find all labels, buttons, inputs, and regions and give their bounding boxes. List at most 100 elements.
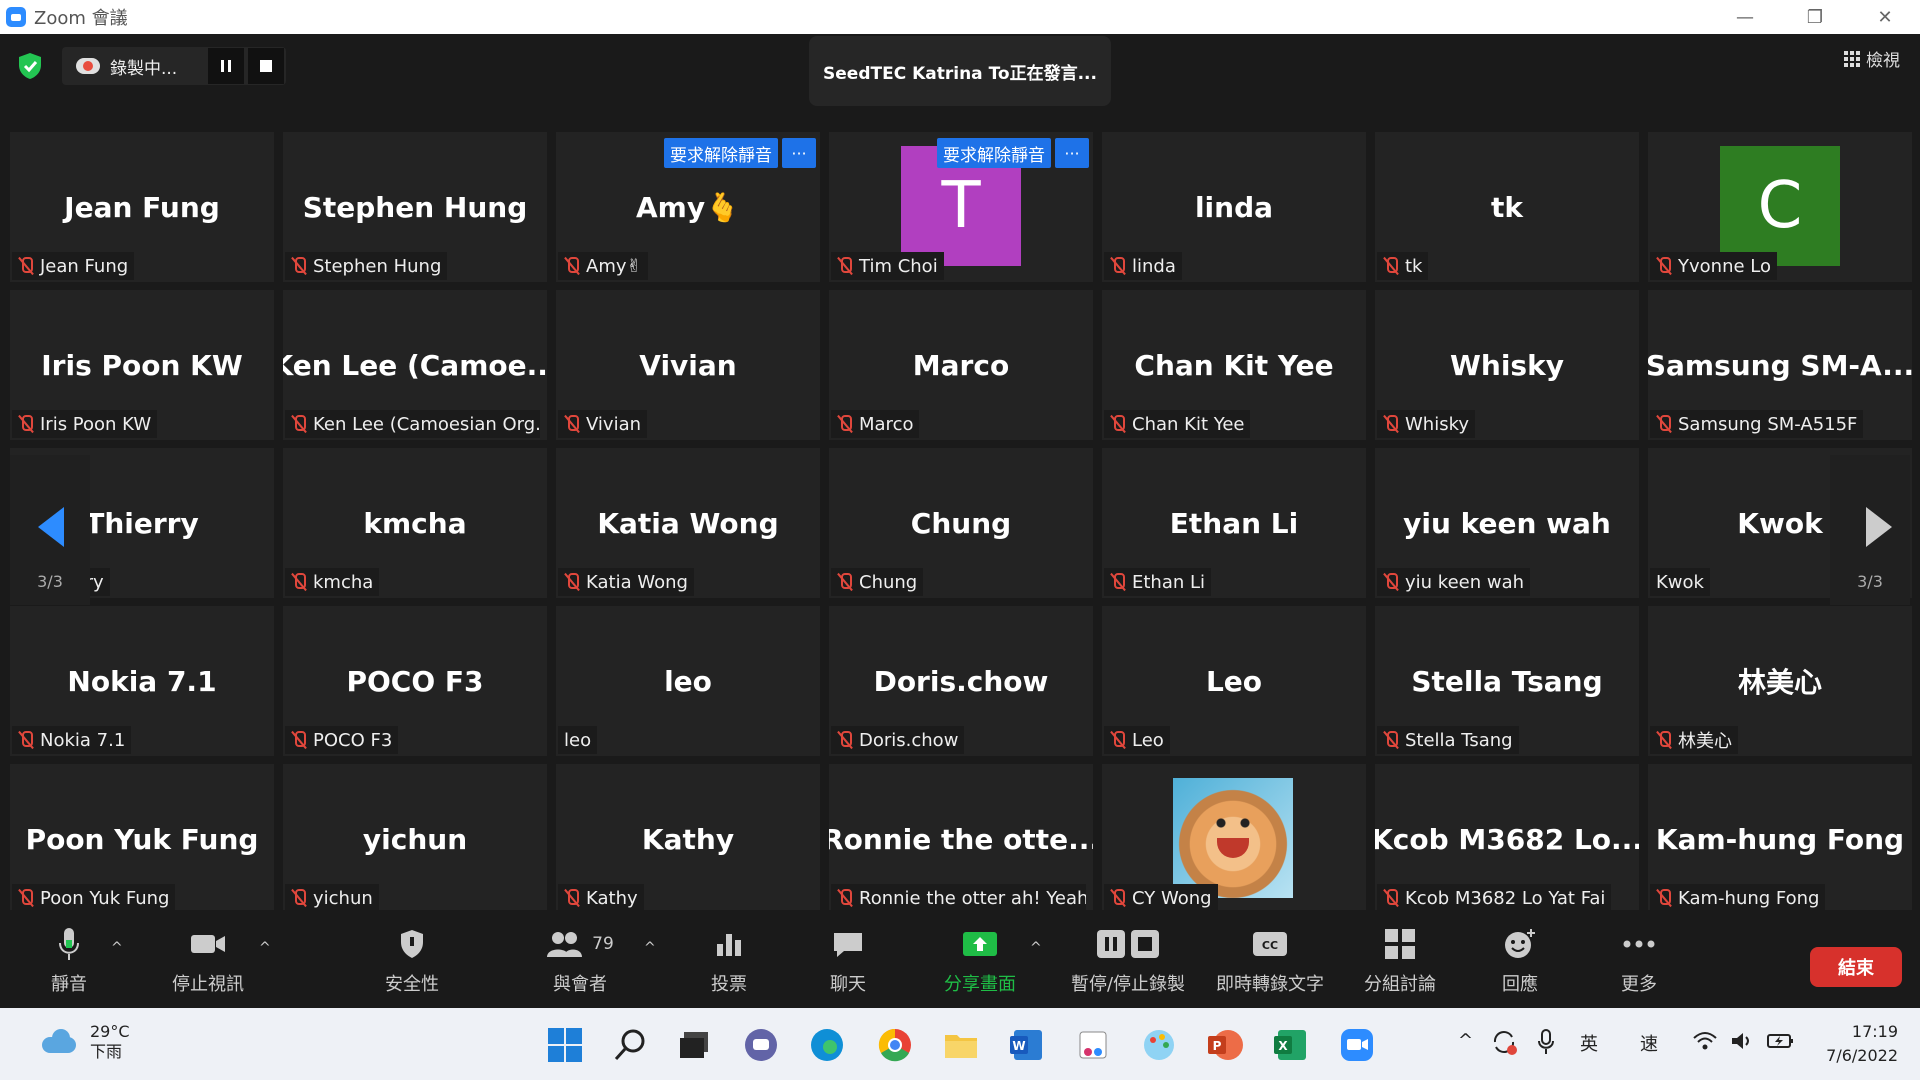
participant-tile[interactable]: POCO F3 POCO F3	[283, 606, 547, 756]
participant-tile[interactable]: Chan Kit Yee Chan Kit Yee	[1102, 290, 1366, 440]
participant-tile[interactable]: Jean Fung Jean Fung	[10, 132, 274, 282]
security-shield-icon[interactable]	[14, 50, 46, 82]
task-view-icon[interactable]	[676, 1026, 714, 1064]
participant-name-text: linda	[1132, 255, 1176, 277]
participant-tile[interactable]: CY Wong	[1102, 764, 1366, 914]
participant-tile[interactable]: Katia Wong Katia Wong	[556, 448, 820, 598]
pause-stop-recording-button[interactable]: 暫停/停止錄製	[1066, 910, 1190, 1008]
participant-tile[interactable]: Kcob M3682 Lo... Kcob M3682 Lo Yat Fai	[1375, 764, 1639, 914]
participant-tile[interactable]: linda linda	[1102, 132, 1366, 282]
participant-name-label: leo	[558, 726, 598, 754]
powerpoint-icon[interactable]: P	[1206, 1026, 1244, 1064]
page-indicator-left: 3/3	[37, 572, 63, 591]
ask-to-unmute-button[interactable]: 要求解除靜音	[664, 138, 778, 168]
participant-name-text: Yvonne Lo	[1678, 255, 1771, 277]
participant-name-text: Ken Lee (Camoesian Org...	[313, 413, 540, 435]
participant-tile[interactable]: yiu keen wah yiu keen wah	[1375, 448, 1639, 598]
previous-page-button[interactable]: 3/3	[10, 455, 90, 605]
stop-video-button[interactable]: 停止視訊	[168, 910, 248, 1008]
muted-microphone-icon	[291, 731, 307, 749]
participant-tile[interactable]: Amy🫰 Amy✌ 要求解除靜音 ···	[556, 132, 820, 282]
wifi-icon[interactable]	[1692, 1030, 1718, 1052]
participant-tile[interactable]: Whisky Whisky	[1375, 290, 1639, 440]
participant-tile[interactable]: Kam-hung Fong Kam-hung Fong	[1648, 764, 1912, 914]
chrome-browser-icon[interactable]	[876, 1026, 914, 1064]
muted-microphone-icon	[1110, 573, 1126, 591]
participant-tile[interactable]: Marco Marco	[829, 290, 1093, 440]
more-button[interactable]: 更多	[1614, 910, 1664, 1008]
teams-chat-icon[interactable]	[742, 1026, 780, 1064]
minimize-button[interactable]: —	[1710, 0, 1780, 34]
microphone-tray-icon[interactable]	[1536, 1028, 1556, 1056]
participant-tile[interactable]: Ken Lee (Camoe... Ken Lee (Camoesian Org.…	[283, 290, 547, 440]
participant-tile[interactable]: yichun yichun	[283, 764, 547, 914]
participant-more-button[interactable]: ···	[1055, 138, 1089, 168]
participant-name-label: yichun	[285, 884, 379, 912]
participant-tile[interactable]: T Tim Choi 要求解除靜音 ···	[829, 132, 1093, 282]
battery-charging-icon[interactable]	[1766, 1030, 1796, 1052]
participant-tile[interactable]: Iris Poon KW Iris Poon KW	[10, 290, 274, 440]
sync-icon[interactable]	[1490, 1028, 1518, 1056]
audio-options-caret-icon[interactable]: ^	[111, 940, 123, 956]
chat-button[interactable]: 聊天	[823, 910, 873, 1008]
participant-tile[interactable]: Doris.chow Doris.chow	[829, 606, 1093, 756]
participant-tile[interactable]: Poon Yuk Fung Poon Yuk Fung	[10, 764, 274, 914]
reactions-button[interactable]: 回應	[1495, 910, 1545, 1008]
participant-tile[interactable]: Chung Chung	[829, 448, 1093, 598]
system-clock[interactable]: 17:19 7/6/2022	[1826, 1020, 1898, 1068]
file-explorer-icon[interactable]	[942, 1026, 980, 1064]
excel-icon[interactable]: X	[1272, 1026, 1310, 1064]
snipping-tool-icon[interactable]	[1074, 1026, 1112, 1064]
weather-widget[interactable]: 29°C 下雨	[40, 1022, 130, 1062]
end-meeting-button[interactable]: 結束	[1810, 947, 1902, 987]
breakout-rooms-button[interactable]: 分組討論	[1360, 910, 1440, 1008]
security-button[interactable]: 安全性	[382, 910, 442, 1008]
participant-tile[interactable]: Stephen Hung Stephen Hung	[283, 132, 547, 282]
participant-tile[interactable]: 林美心 林美心	[1648, 606, 1912, 756]
participants-options-caret-icon[interactable]: ^	[644, 940, 656, 956]
arrow-left-icon	[38, 507, 64, 547]
active-speaker-banner: SeedTEC Katrina To正在發言...	[809, 36, 1111, 106]
show-hidden-icons-chevron-icon[interactable]: ^	[1458, 1030, 1473, 1051]
edge-browser-icon[interactable]	[808, 1026, 846, 1064]
ime-language-indicator[interactable]: 英	[1580, 1030, 1598, 1056]
participant-tile[interactable]: C Yvonne Lo	[1648, 132, 1912, 282]
participant-more-button[interactable]: ···	[782, 138, 816, 168]
zoom-taskbar-icon[interactable]	[1338, 1026, 1376, 1064]
participant-tile[interactable]: Ethan Li Ethan Li	[1102, 448, 1366, 598]
live-transcript-button[interactable]: CC 即時轉錄文字	[1212, 910, 1328, 1008]
video-options-caret-icon[interactable]: ^	[259, 940, 271, 956]
mute-button[interactable]: 靜音	[40, 910, 98, 1008]
participant-tile[interactable]: tk tk	[1375, 132, 1639, 282]
search-icon[interactable]	[612, 1026, 650, 1064]
view-button[interactable]: 檢視	[1844, 46, 1900, 71]
participant-tile[interactable]: Leo Leo	[1102, 606, 1366, 756]
volume-icon[interactable]	[1730, 1030, 1756, 1052]
stop-recording-button[interactable]	[248, 48, 284, 84]
participant-tile[interactable]: Ronnie the otte... Ronnie the otter ah! Y…	[829, 764, 1093, 914]
participant-tile[interactable]: Vivian Vivian	[556, 290, 820, 440]
word-icon[interactable]: W	[1008, 1026, 1046, 1064]
participants-button[interactable]: 79 與會者	[540, 910, 620, 1008]
participant-tile[interactable]: Kathy Kathy	[556, 764, 820, 914]
close-button[interactable]: ✕	[1850, 0, 1920, 34]
polls-button[interactable]: 投票	[704, 910, 754, 1008]
temperature: 29°C	[90, 1022, 130, 1041]
participant-name-label: Chung	[831, 568, 924, 596]
restore-button[interactable]: ❐	[1780, 0, 1850, 34]
participant-tile[interactable]: leo leo	[556, 606, 820, 756]
participant-tile[interactable]: Nokia 7.1 Nokia 7.1	[10, 606, 274, 756]
windows-start-icon[interactable]	[546, 1026, 584, 1064]
participant-tile[interactable]: Stella Tsang Stella Tsang	[1375, 606, 1639, 756]
participant-tile[interactable]: kmcha kmcha	[283, 448, 547, 598]
pause-recording-button[interactable]	[208, 48, 244, 84]
ime-mode-indicator[interactable]: 速	[1640, 1030, 1658, 1056]
ask-to-unmute-button[interactable]: 要求解除靜音	[937, 138, 1051, 168]
share-options-caret-icon[interactable]: ^	[1030, 940, 1042, 956]
participant-tile[interactable]: Samsung SM-A... Samsung SM-A515F	[1648, 290, 1912, 440]
participant-name-text: Kathy	[586, 887, 638, 909]
participant-name-label: Vivian	[558, 410, 648, 438]
share-screen-button[interactable]: 分享畫面	[940, 910, 1020, 1008]
paint-icon[interactable]	[1140, 1026, 1178, 1064]
next-page-button[interactable]: 3/3	[1830, 455, 1910, 605]
